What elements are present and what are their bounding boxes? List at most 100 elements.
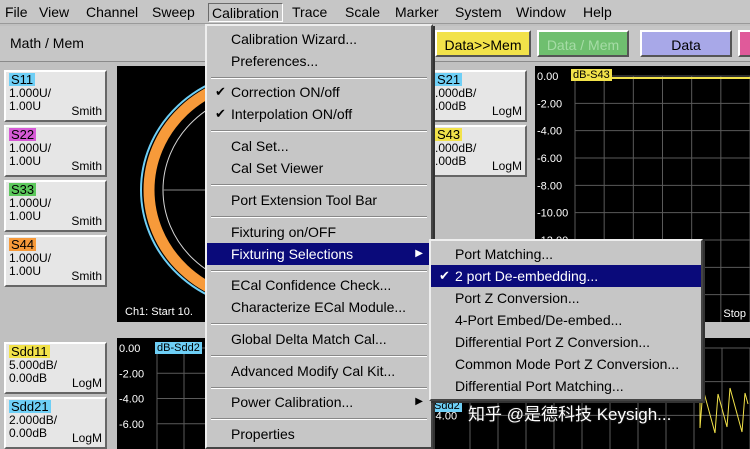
stop-label: Stop (723, 308, 746, 320)
submenu-item-diff-port-matching[interactable]: Differential Port Matching... (431, 375, 701, 397)
trace-format: Smith (71, 159, 102, 173)
menu-item-interpolation[interactable]: ✔ Interpolation ON/off (207, 103, 431, 125)
trace-box-s43[interactable]: S43 .000dB/ .00dB LogM (430, 125, 527, 177)
menu-item-fixturing-toggle[interactable]: Fixturing on/OFF (207, 221, 431, 243)
menu-channel[interactable]: Channel (83, 3, 141, 22)
bottom-trace-panel: Sdd11 5.000dB/ 0.00dB LogM Sdd21 2.000dB… (0, 336, 112, 449)
trace-ref: 1.00U (9, 154, 42, 168)
menu-item-label: Characterize ECal Module... (231, 299, 407, 315)
menu-item-label: Properties (231, 426, 295, 442)
menu-item-label: Differential Port Matching... (455, 378, 624, 394)
check-icon: ✔ (215, 106, 226, 121)
y-tick-label: 0.00 (119, 343, 140, 355)
menu-item-fixturing-selections[interactable]: Fixturing Selections ▶ (207, 243, 431, 265)
trace-format: LogM (71, 376, 102, 390)
submenu-arrow-icon: ▶ (415, 248, 423, 259)
y-tick-label: -2.00 (119, 368, 144, 380)
submenu-item-port-z-conversion[interactable]: Port Z Conversion... (431, 287, 701, 309)
sdd21-grid: 0.00 -2.00 -4.00 -6.00 (119, 343, 211, 449)
trace-name: S22 (9, 127, 37, 142)
data-div-mem-button[interactable]: Data / Mem (537, 30, 629, 57)
trace-box-sdd21[interactable]: Sdd21 2.000dB/ 0.00dB LogM (4, 397, 107, 449)
menu-item-label: Port Extension Tool Bar (231, 192, 378, 208)
y-tick-label: -4.00 (432, 410, 457, 422)
left-trace-panel: S11 1.000U/ 1.00U Smith S22 1.000U/ 1.00… (0, 64, 112, 320)
menu-item-label: Port Z Conversion... (455, 290, 580, 306)
menu-item-label: Calibration Wizard... (231, 31, 358, 47)
trace-name: Sdd21 (9, 399, 51, 414)
y-tick-label: -4.00 (537, 126, 562, 138)
trace-scale: 2.000dB/ (9, 413, 58, 427)
menu-help[interactable]: Help (580, 3, 615, 22)
submenu-item-2port-deembedding[interactable]: ✔ 2 port De-embedding... (431, 265, 701, 287)
menu-trace[interactable]: Trace (289, 3, 330, 22)
trace-box-s33[interactable]: S33 1.000U/ 1.00U Smith (4, 180, 107, 232)
s43-trace-tag: dB-S43 (571, 69, 612, 81)
menu-calibration[interactable]: Calibration (208, 3, 283, 22)
menu-item-cal-set[interactable]: Cal Set... (207, 135, 431, 157)
menu-item-calibration-wizard[interactable]: Calibration Wizard... (207, 28, 431, 50)
menu-separator (211, 270, 427, 272)
data-button[interactable]: Data (640, 30, 732, 57)
menu-item-label: Global Delta Match Cal... (231, 331, 387, 347)
trace-box-sdd11[interactable]: Sdd11 5.000dB/ 0.00dB LogM (4, 342, 107, 394)
trace-box-s21[interactable]: S21 .000dB/ .00dB LogM (430, 70, 527, 122)
menu-item-cal-set-viewer[interactable]: Cal Set Viewer (207, 157, 431, 179)
data-to-mem-button[interactable]: Data>>Mem (435, 30, 531, 57)
trace-scale: .000dB/ (435, 86, 477, 100)
menu-item-advanced-modify-cal-kit[interactable]: Advanced Modify Cal Kit... (207, 360, 431, 382)
submenu-item-diff-port-z[interactable]: Differential Port Z Conversion... (431, 331, 701, 353)
menu-separator (211, 184, 427, 186)
submenu-item-port-matching[interactable]: Port Matching... (431, 243, 701, 265)
trace-name: S44 (9, 237, 37, 252)
menu-window[interactable]: Window (513, 3, 569, 22)
y-tick-label: -4.00 (119, 394, 144, 406)
menu-item-label: Correction ON/off (231, 84, 340, 100)
menu-item-ecal-confidence-check[interactable]: ECal Confidence Check... (207, 274, 431, 296)
trace-format: LogM (491, 159, 522, 173)
menu-marker[interactable]: Marker (392, 3, 442, 22)
trace-name: S43 (435, 127, 463, 142)
menu-item-global-delta-match[interactable]: Global Delta Match Cal... (207, 328, 431, 350)
menu-view[interactable]: View (36, 3, 72, 22)
menu-item-label: Common Mode Port Z Conversion... (455, 356, 680, 372)
menu-separator (211, 323, 427, 325)
menu-item-label: Advanced Modify Cal Kit... (231, 363, 396, 379)
softkey-bar-title: Math / Mem (10, 35, 84, 51)
menu-sweep[interactable]: Sweep (149, 3, 198, 22)
menu-item-characterize-ecal[interactable]: Characterize ECal Module... (207, 296, 431, 318)
watermark-text: 知乎 @是德科技 Keysigh... (468, 405, 672, 424)
trace-format: Smith (71, 214, 102, 228)
trace-scale: 1.000U/ (9, 251, 52, 265)
y-tick-label: 0.00 (537, 71, 558, 83)
menu-item-label: Cal Set Viewer (231, 160, 324, 176)
trace-format: LogM (71, 431, 102, 445)
noisy-trace-line (699, 387, 749, 434)
menu-item-port-extension-toolbar[interactable]: Port Extension Tool Bar (207, 189, 431, 211)
sdd21-trace-tag: dB-Sdd2 (155, 342, 202, 354)
menu-item-preferences[interactable]: Preferences... (207, 50, 431, 72)
check-icon: ✔ (215, 84, 226, 99)
menu-system[interactable]: System (452, 3, 505, 22)
trace-ref: 1.00U (9, 264, 42, 278)
menu-separator (211, 130, 427, 132)
menu-item-properties[interactable]: Properties (207, 423, 431, 445)
submenu-item-common-mode-port-z[interactable]: Common Mode Port Z Conversion... (431, 353, 701, 375)
menu-item-power-calibration[interactable]: Power Calibration... ▶ (207, 391, 431, 413)
trace-scale: 1.000U/ (9, 141, 52, 155)
smith-status-text: Ch1: Start 10. (125, 306, 193, 318)
y-tick-label: -6.00 (537, 153, 562, 165)
menu-item-label: Power Calibration... (231, 394, 354, 410)
trace-box-s44[interactable]: S44 1.000U/ 1.00U Smith (4, 235, 107, 287)
menu-item-correction[interactable]: ✔ Correction ON/off (207, 81, 431, 103)
menu-file[interactable]: File (2, 3, 31, 22)
trace-box-s11[interactable]: S11 1.000U/ 1.00U Smith (4, 70, 107, 122)
menu-item-label: Port Matching... (455, 246, 554, 262)
trace-name: S21 (435, 72, 463, 87)
trace-box-s22[interactable]: S22 1.000U/ 1.00U Smith (4, 125, 107, 177)
menu-scale[interactable]: Scale (342, 3, 383, 22)
submenu-item-4port-embed[interactable]: 4-Port Embed/De-embed... (431, 309, 701, 331)
sdd21-logm-plot[interactable]: 0.00 -2.00 -4.00 -6.00 dB-Sdd2 (117, 338, 211, 449)
extra-softkey-button[interactable] (738, 30, 750, 57)
y-tick-label: -10.00 (537, 208, 568, 220)
